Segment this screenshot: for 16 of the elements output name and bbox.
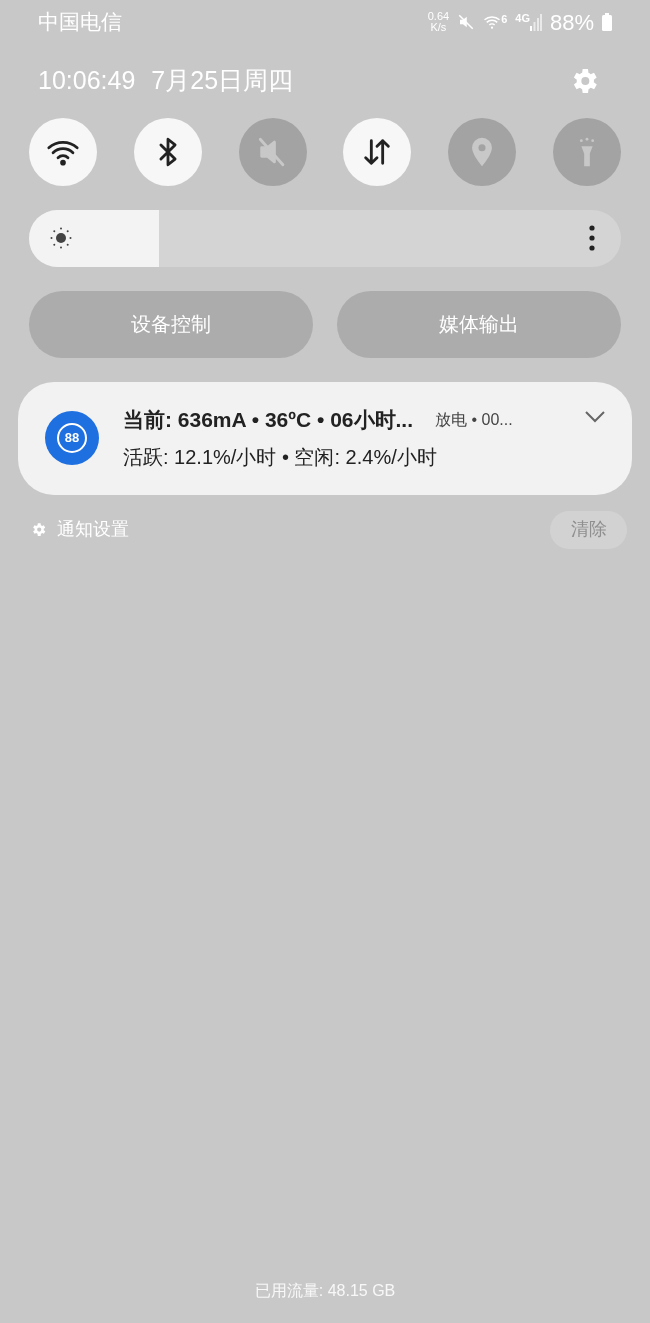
expand-chevron-icon[interactable] <box>584 409 606 424</box>
brightness-icon <box>49 226 73 250</box>
notification-title: 当前: 636mA • 36ºC • 06小时... <box>123 407 414 434</box>
battery-icon <box>602 13 612 31</box>
shortcut-button[interactable]: 设备控制 <box>29 290 313 358</box>
more-options-icon[interactable] <box>589 225 595 251</box>
wifi-status-icon <box>483 14 502 30</box>
brightness-slider[interactable] <box>29 209 621 267</box>
mute-status-icon <box>457 13 476 31</box>
shortcut-button[interactable]: 媒体输出 <box>337 290 621 358</box>
battery-level-label: 88 <box>64 429 80 448</box>
notification-body: 活跃: 12.1%/小时 • 空闲: 2.4%/小时 <box>123 444 438 470</box>
signal-icon <box>529 13 542 31</box>
settings-gear-icon[interactable] <box>30 521 47 538</box>
notification-card[interactable]: 88 当前: 636mA • 36ºC • 06小时... 放电 • 00... 活跃: 12.1%/小时 • 空闲: 2.4%/小时 <box>18 381 632 495</box>
notification-meta: 放电 • 00... <box>435 410 513 430</box>
